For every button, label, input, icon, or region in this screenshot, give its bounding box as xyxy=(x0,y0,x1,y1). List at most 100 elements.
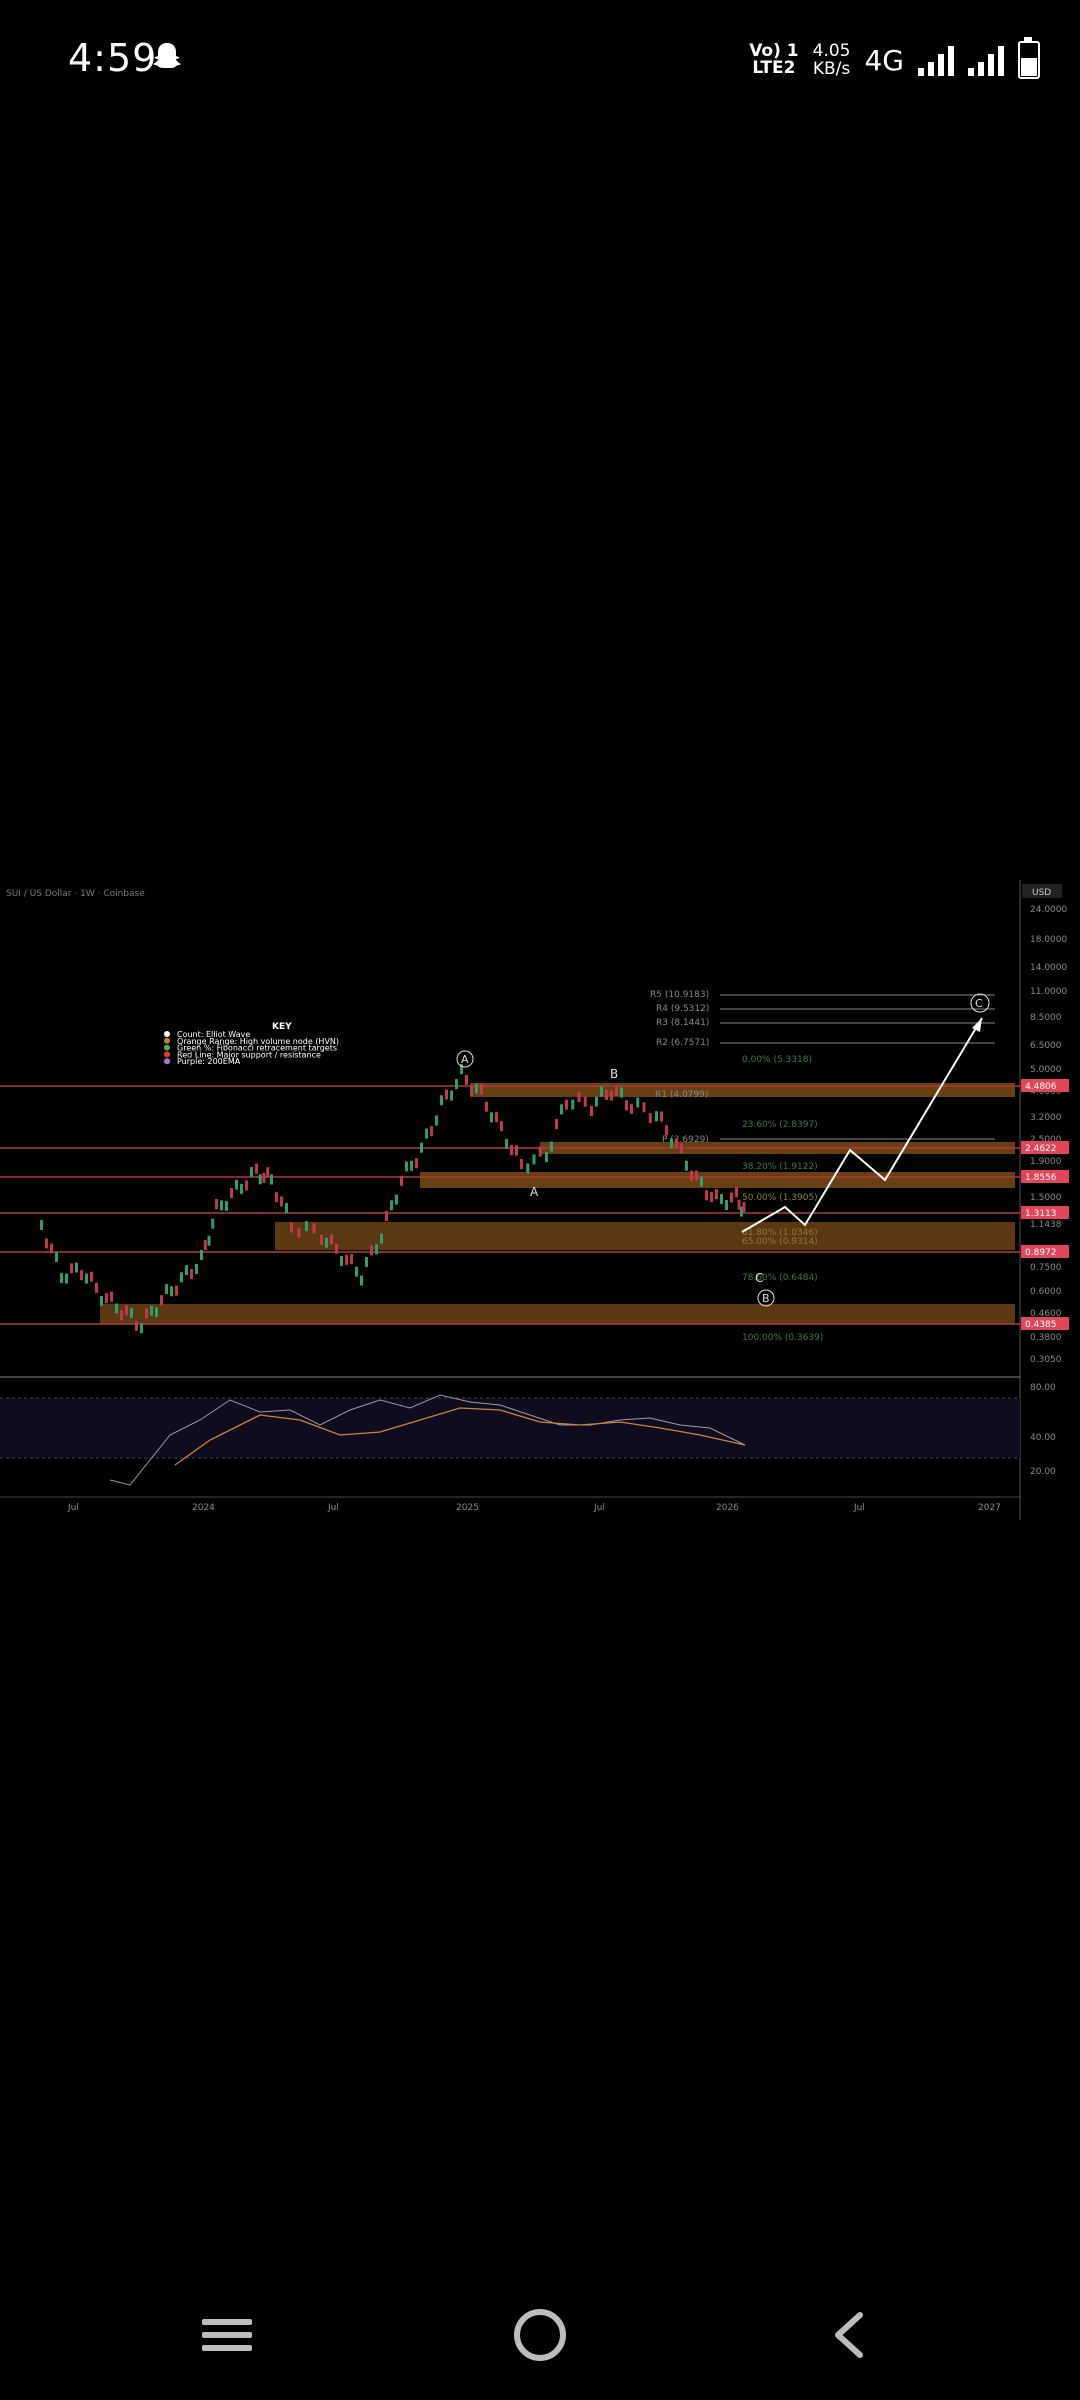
candle xyxy=(280,1196,283,1207)
legend-dot xyxy=(164,1044,170,1051)
candle xyxy=(175,1285,178,1296)
candle xyxy=(305,1221,308,1232)
price-tick: 18.0000 xyxy=(1030,935,1067,945)
candle xyxy=(135,1320,138,1331)
wave-label-A: A xyxy=(530,1185,539,1199)
candle xyxy=(240,1183,243,1194)
candle xyxy=(636,1097,640,1108)
candle xyxy=(625,1100,628,1111)
back-button[interactable] xyxy=(805,2290,895,2380)
price-tag-label: 1.3113 xyxy=(1025,1209,1057,1219)
candle xyxy=(312,1223,316,1234)
candle xyxy=(380,1233,383,1244)
candle xyxy=(420,1142,423,1153)
candle xyxy=(490,1112,493,1123)
candle xyxy=(320,1234,323,1245)
candle xyxy=(385,1211,388,1222)
candle xyxy=(415,1158,418,1169)
pivot-label: R2 (6.7571) xyxy=(656,1038,709,1048)
candle xyxy=(165,1284,168,1295)
menu-button[interactable] xyxy=(182,2290,272,2380)
candle xyxy=(95,1282,98,1293)
candle xyxy=(90,1271,93,1282)
candle xyxy=(685,1160,688,1171)
speed-unit: KB/s xyxy=(812,59,851,79)
candle xyxy=(595,1096,598,1107)
candle xyxy=(630,1103,633,1114)
candle xyxy=(297,1227,301,1238)
candle xyxy=(410,1160,413,1171)
price-tick: 14.0000 xyxy=(1030,963,1067,973)
candle xyxy=(700,1176,703,1187)
candle xyxy=(145,1308,148,1319)
candle xyxy=(495,1112,498,1123)
candle xyxy=(532,1154,536,1165)
price-tag-label: 4.4806 xyxy=(1025,1082,1057,1092)
candle xyxy=(465,1074,468,1085)
chart-title: SUI / US Dollar · 1W · Coinbase xyxy=(6,889,145,899)
price-tick: 8.5000 xyxy=(1030,1013,1062,1023)
fib-label: 100.00% (0.3639) xyxy=(742,1333,823,1343)
candle xyxy=(266,1167,270,1178)
candle xyxy=(545,1152,548,1163)
candle xyxy=(725,1199,728,1210)
candle xyxy=(195,1263,198,1274)
candle xyxy=(705,1190,708,1201)
candle xyxy=(40,1220,43,1230)
candle xyxy=(355,1266,358,1277)
price-tag-label: 2.4622 xyxy=(1025,1144,1057,1154)
candle xyxy=(50,1243,53,1254)
candle xyxy=(510,1144,513,1155)
candle xyxy=(571,1099,575,1110)
candle xyxy=(615,1086,618,1097)
fib-label: 23.60% (2.8397) xyxy=(742,1120,818,1130)
candle xyxy=(742,1201,746,1212)
home-button[interactable] xyxy=(495,2290,585,2380)
candle xyxy=(65,1273,68,1284)
candle xyxy=(290,1222,293,1233)
time-tick: Jul xyxy=(593,1503,605,1513)
candle xyxy=(475,1083,478,1094)
candle xyxy=(660,1111,663,1122)
signal-bars-icon xyxy=(918,44,954,76)
candle xyxy=(100,1295,103,1306)
candle xyxy=(230,1188,233,1199)
price-tick: 1.5000 xyxy=(1030,1193,1062,1203)
candle xyxy=(250,1167,253,1178)
price-tick: 3.2000 xyxy=(1030,1113,1062,1123)
time-tick: 2024 xyxy=(192,1503,215,1513)
price-tick: 5.0000 xyxy=(1030,1065,1062,1075)
candle xyxy=(600,1086,603,1097)
price-tick: 11.0000 xyxy=(1030,987,1067,997)
candle xyxy=(550,1141,553,1152)
rsi-tick: 40.00 xyxy=(1030,1433,1056,1443)
speed-value: 4.05 xyxy=(812,41,851,61)
candle xyxy=(55,1251,58,1262)
back-icon xyxy=(835,2312,863,2358)
candle xyxy=(180,1272,183,1283)
legend-dot xyxy=(164,1031,170,1037)
candle xyxy=(325,1237,328,1248)
candle xyxy=(110,1291,113,1302)
candle xyxy=(275,1192,278,1203)
data-speed: 4.05 KB/s xyxy=(813,42,851,78)
menu-icon xyxy=(202,2312,252,2358)
pivot-label: P (2.6929) xyxy=(662,1135,709,1145)
candle xyxy=(577,1092,581,1103)
price-tag-label: 0.8972 xyxy=(1025,1248,1057,1258)
candle xyxy=(485,1101,488,1112)
candle xyxy=(670,1138,673,1149)
candle xyxy=(80,1270,83,1281)
price-tick: 1.1438 xyxy=(1030,1220,1062,1230)
time-tick: Jul xyxy=(67,1503,79,1513)
chart-canvas: SUI / US Dollar · 1W · Coinbase USD R5 (… xyxy=(0,880,1069,1520)
pivot-label: R3 (8.1441) xyxy=(656,1018,709,1028)
candle xyxy=(515,1145,518,1156)
candle xyxy=(203,1239,207,1250)
candle xyxy=(105,1293,108,1304)
fib-label: 65.00% (0.9314) xyxy=(742,1237,818,1247)
candle xyxy=(583,1096,587,1107)
home-icon xyxy=(514,2309,566,2361)
candle xyxy=(360,1275,363,1286)
price-tick: 0.7500 xyxy=(1030,1263,1062,1273)
